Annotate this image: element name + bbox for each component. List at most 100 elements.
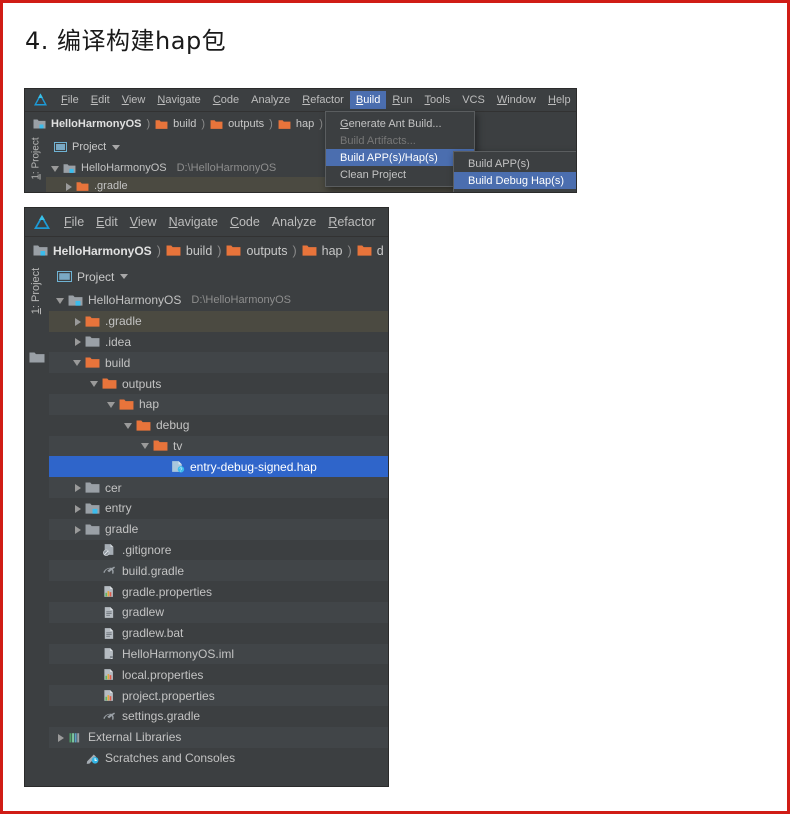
menu-item-tools[interactable]: Tools [419,91,457,109]
chevron-down-icon[interactable] [120,274,129,279]
chevron-down-icon[interactable] [72,357,83,368]
breadcrumb[interactable]: HelloHarmonyOS )build)outputs)hap)d [25,111,576,136]
menu-item-run[interactable]: Run [386,91,418,109]
chevron-right-icon[interactable] [55,732,66,743]
tree-row[interactable]: gradle [49,518,388,540]
tree-row-label: gradle.properties [122,584,213,599]
breadcrumb-root[interactable]: HelloHarmonyOS [33,118,141,130]
tree-arrow-spacer [157,461,168,472]
tree-row[interactable]: .gitignore [49,540,388,561]
menu-option-build-debug-hap-s[interactable]: Build Debug Hap(s) [454,172,576,189]
menu-option-build-app-s[interactable]: Build APP(s) [454,155,576,172]
tree-row[interactable]: entry [49,498,388,519]
tool-window-strip[interactable]: 1: Project [25,135,47,192]
menu-option-generate-ant-build[interactable]: Generate Ant Build... [326,115,474,132]
menu-item-code[interactable]: Code [224,213,266,231]
tree-row[interactable]: HelloHarmonyOS.iml [49,643,388,665]
menu-bar[interactable]: File Edit View Navigate Code Analyze Refactor [25,208,388,236]
tree-row[interactable]: outputs [49,373,388,394]
menu-item-navigate[interactable]: Navigate [151,91,206,109]
tree-row[interactable]: External Libraries [49,726,388,748]
tool-tab-project[interactable]: 1: Project [31,127,42,191]
chevron-down-icon[interactable] [89,378,100,389]
tree-arrow-spacer [89,565,100,576]
menu-item-vcs[interactable]: VCS [456,91,491,109]
menu-item-view[interactable]: View [124,213,163,231]
devecostudio-logo-icon [32,92,49,108]
menu-item-edit[interactable]: Edit [85,91,116,109]
tree-row[interactable]: .idea [49,332,388,353]
breadcrumb-item-outputs[interactable]: outputs [210,118,264,130]
menu-option-build-app-s-hap-s[interactable]: Build APP(s)/Hap(s) [326,149,474,166]
breadcrumb-item-label: d [376,243,384,258]
tool-window-strip[interactable]: 1: Project [25,263,50,786]
menu-item-file[interactable]: File [58,213,90,231]
tree-arrow-spacer [89,711,100,722]
tree-row[interactable]: ? entry-debug-signed.hap [49,456,388,478]
chevron-right-icon[interactable] [72,316,83,327]
breadcrumb-item-hap[interactable]: hap [278,118,314,130]
breadcrumb-item-d[interactable]: d [357,244,384,258]
tree-row-label: outputs [122,376,162,391]
menu-option-build-release-hap-s[interactable]: Build Release Hap(s) [454,189,576,193]
tool-tab-project[interactable]: 1: Project [30,259,42,323]
tree-row[interactable]: .gradle [49,310,388,332]
chevron-right-icon[interactable] [72,503,83,514]
menu-option-clean-project[interactable]: Clean Project [326,166,474,183]
breadcrumb-item-build[interactable]: build [155,118,196,130]
breadcrumb-root[interactable]: HelloHarmonyOS [33,244,152,258]
menu-item-code[interactable]: Code [207,91,245,109]
build-submenu-popup[interactable]: Build APP(s) Build Debug Hap(s) Build Rele… [453,151,576,192]
gitignore-file-icon [102,543,117,557]
tree-row[interactable]: Scratches and Consoles [49,748,388,769]
tree-row[interactable]: gradlew.bat [49,623,388,644]
chevron-down-icon[interactable] [140,440,151,451]
tree-row[interactable]: build [49,352,388,374]
menu-item-refactor[interactable]: Refactor [322,213,381,231]
tree-row-label: settings.gradle [122,709,201,724]
chevron-right-icon[interactable] [72,482,83,493]
tree-row-label: .gitignore [122,542,172,557]
tree-row[interactable]: hap [49,393,388,415]
project-panel-header[interactable]: Project [49,263,388,291]
menu-item-refactor[interactable]: Refactor [296,91,350,109]
menu-item-file[interactable]: File [55,91,85,109]
tree-row[interactable]: project.properties [49,685,388,706]
chevron-down-icon[interactable] [55,295,66,306]
chevron-down-icon[interactable] [106,399,117,410]
folder-grey-icon [85,523,100,536]
breadcrumb-item-outputs[interactable]: outputs [226,244,287,258]
menu-bar[interactable]: File Edit View Navigate Code Analyze Refactor B… [25,89,576,111]
menu-item-help[interactable]: Help [542,91,576,109]
tree-row[interactable]: HelloHarmonyOS D:\HelloHarmonyOS [49,290,388,311]
menu-item-view[interactable]: View [116,91,152,109]
tree-row[interactable]: debug [49,415,388,436]
folder-grey-icon [29,351,45,369]
menu-item-window[interactable]: Window [491,91,542,109]
menu-item-analyze[interactable]: Analyze [245,91,296,109]
breadcrumb[interactable]: HelloHarmonyOS )build)outputs)hap)d [25,236,388,264]
tree-row[interactable]: build.gradle [49,560,388,582]
chevron-right-icon[interactable] [63,181,74,192]
tree-row[interactable]: cer [49,477,388,498]
menu-item-build[interactable]: Build [349,91,387,109]
tree-row-label: gradlew.bat [122,626,184,641]
hap-file-icon: ? [170,460,185,473]
chevron-down-icon[interactable] [50,163,61,174]
project-tree[interactable]: HelloHarmonyOS D:\HelloHarmonyOS .gradle .i… [49,290,388,786]
tree-row[interactable]: tv [49,435,388,457]
chevron-down-icon[interactable] [123,420,134,431]
tree-row[interactable]: gradle.properties [49,581,388,602]
breadcrumb-item-hap[interactable]: hap [302,244,343,258]
tree-row[interactable]: gradlew [49,601,388,623]
chevron-down-icon[interactable] [112,144,121,150]
chevron-right-icon[interactable] [72,336,83,347]
tree-row[interactable]: settings.gradle [49,706,388,727]
chevron-right-icon[interactable] [72,524,83,535]
menu-item-edit[interactable]: Edit [90,213,124,231]
tree-row[interactable]: local.properties [49,664,388,685]
breadcrumb-item-build[interactable]: build [166,244,212,258]
menu-item-analyze[interactable]: Analyze [266,213,322,231]
menu-item-navigate[interactable]: Navigate [163,213,224,231]
tree-row-label: gradle [105,522,139,537]
